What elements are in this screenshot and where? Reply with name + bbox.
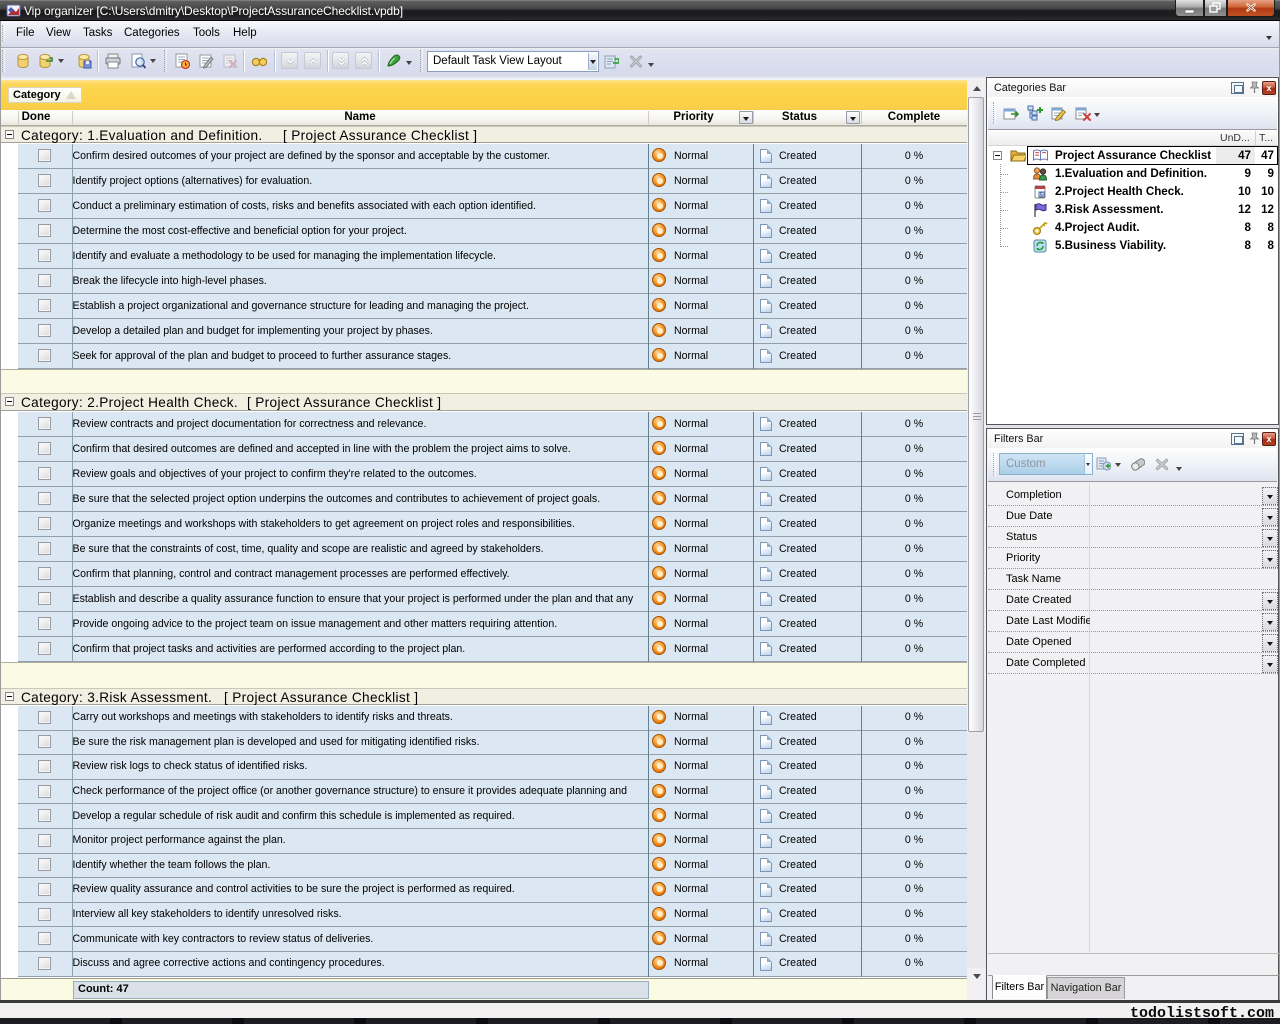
svg-text:5: 5 [1040, 193, 1043, 199]
